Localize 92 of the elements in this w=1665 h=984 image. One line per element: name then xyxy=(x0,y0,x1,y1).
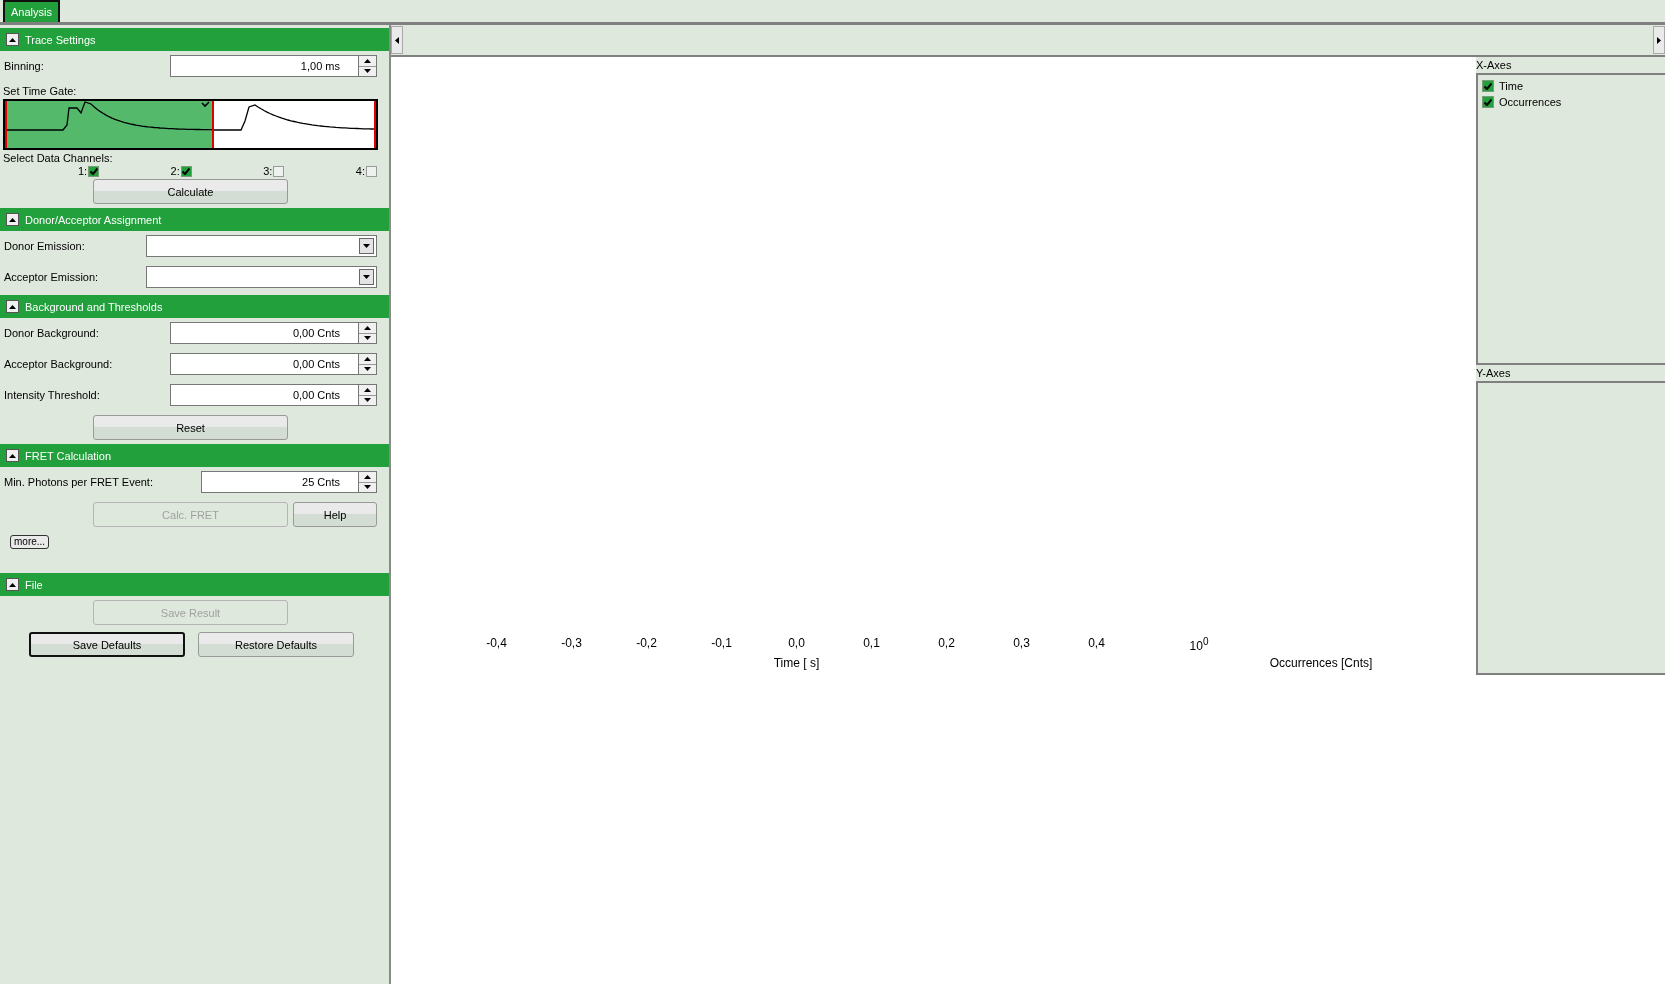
up-triangle-icon xyxy=(9,453,16,458)
axis-checkbox[interactable] xyxy=(1482,96,1494,108)
spin-field[interactable]: 0,00 Cnts xyxy=(170,322,377,344)
channel-label: 3: xyxy=(263,165,273,177)
up-triangle-icon xyxy=(364,474,371,479)
spin-up-button[interactable] xyxy=(359,354,376,365)
panel-label: X-Axes xyxy=(1476,57,1665,73)
channel-checkbox[interactable] xyxy=(180,165,192,177)
scroll-right-button[interactable] xyxy=(1653,26,1665,54)
spin-up-button[interactable] xyxy=(359,56,376,67)
scroll-left-button[interactable] xyxy=(391,26,403,54)
up-triangle-icon xyxy=(9,37,16,42)
axis-tick-label: 0,0 xyxy=(787,636,806,652)
dropdown-field[interactable] xyxy=(146,266,377,288)
axis-title: Occurrences [Cnts] xyxy=(1268,656,1374,670)
dropdown-field[interactable] xyxy=(146,235,377,257)
spin-field[interactable]: 25 Cnts xyxy=(201,471,377,493)
axis-tick-label: 0,4 xyxy=(1087,636,1106,652)
right-arrow-icon xyxy=(1657,36,1661,44)
channel-label: 2: xyxy=(170,165,180,177)
spin-up-button[interactable] xyxy=(359,323,376,334)
field-label: Binning: xyxy=(4,60,44,72)
time-gate-chart[interactable] xyxy=(3,99,378,150)
up-triangle-icon xyxy=(364,356,371,361)
scroll-bar[interactable] xyxy=(391,25,1665,57)
field-label: Min. Photons per FRET Event: xyxy=(4,476,153,488)
field-label: Select Data Channels: xyxy=(3,152,114,164)
up-triangle-icon xyxy=(9,217,16,222)
section-title: File xyxy=(25,578,43,591)
gate-marker xyxy=(374,101,376,148)
spin-up-button[interactable] xyxy=(359,472,376,483)
collapse-button[interactable] xyxy=(6,213,19,226)
section-title: FRET Calculation xyxy=(25,449,111,462)
down-triangle-icon xyxy=(364,398,371,403)
axis-tick-label: 0,3 xyxy=(1012,636,1031,652)
axis-tick-label: 0,1 xyxy=(862,636,881,652)
section-title: Donor/Acceptor Assignment xyxy=(25,213,162,226)
gate-marker xyxy=(5,101,7,148)
up-triangle-icon xyxy=(364,58,371,63)
button[interactable]: Save Defaults xyxy=(29,632,185,657)
axis-option-label: Occurrences xyxy=(1499,96,1562,108)
field-label: Intensity Threshold: xyxy=(4,389,100,401)
down-triangle-icon xyxy=(364,69,371,74)
spin-field[interactable]: 1,00 ms xyxy=(170,55,377,77)
panel-label: Y-Axes xyxy=(1476,365,1665,381)
up-triangle-icon xyxy=(9,582,16,587)
axis-option-label: Time xyxy=(1499,80,1524,92)
down-triangle-icon xyxy=(364,485,371,490)
channel-checkbox[interactable] xyxy=(88,165,100,177)
axis-tick-label: -0,1 xyxy=(710,636,733,652)
axis-tick-label: -0,3 xyxy=(560,636,583,652)
down-triangle-icon xyxy=(363,275,370,279)
axis-tick-label: 10$^{0}$ xyxy=(1188,636,1210,653)
up-triangle-icon xyxy=(9,304,16,309)
spin-field[interactable]: 0,00 Cnts xyxy=(170,353,377,375)
axis-checkbox[interactable] xyxy=(1482,80,1494,92)
left-arrow-icon xyxy=(395,36,399,44)
button[interactable]: Calculate xyxy=(93,179,288,204)
channel-label: 1: xyxy=(78,165,88,177)
down-triangle-icon xyxy=(364,336,371,341)
channel-label: 4: xyxy=(355,165,365,177)
down-triangle-icon xyxy=(363,244,370,248)
channel-checkbox[interactable] xyxy=(273,165,285,177)
dropdown-button[interactable] xyxy=(359,269,374,285)
section-title: Trace Settings xyxy=(25,33,96,46)
field-label: Donor Emission: xyxy=(4,240,85,252)
collapse-button[interactable] xyxy=(6,449,19,462)
field-label: Acceptor Background: xyxy=(4,358,113,370)
collapse-button[interactable] xyxy=(6,578,19,591)
down-triangle-icon xyxy=(364,367,371,372)
axis-tick-label: -0,4 xyxy=(485,636,508,652)
button[interactable]: Restore Defaults xyxy=(198,632,354,657)
axis-tick-label: 0,2 xyxy=(937,636,956,652)
axis-tick-label: -0,2 xyxy=(635,636,658,652)
gate-marker xyxy=(212,101,214,148)
field-label: Donor Background: xyxy=(4,327,99,339)
axis-title: Time [ s] xyxy=(772,656,821,670)
spin-up-button[interactable] xyxy=(359,385,376,396)
more-button[interactable]: more... xyxy=(10,535,50,549)
field-label: Set Time Gate: xyxy=(3,85,78,97)
section-title: Background and Thresholds xyxy=(25,300,163,313)
check-icon xyxy=(201,101,210,108)
button[interactable]: Help xyxy=(293,502,377,527)
dropdown-button[interactable] xyxy=(359,238,374,254)
channel-checkbox[interactable] xyxy=(365,165,377,177)
collapse-button[interactable] xyxy=(6,33,19,46)
spin-field[interactable]: 0,00 Cnts xyxy=(170,384,377,406)
collapse-button[interactable] xyxy=(6,300,19,313)
up-triangle-icon xyxy=(364,325,371,330)
field-label: Acceptor Emission: xyxy=(4,271,99,283)
up-triangle-icon xyxy=(364,387,371,392)
button[interactable]: Reset xyxy=(93,415,288,440)
